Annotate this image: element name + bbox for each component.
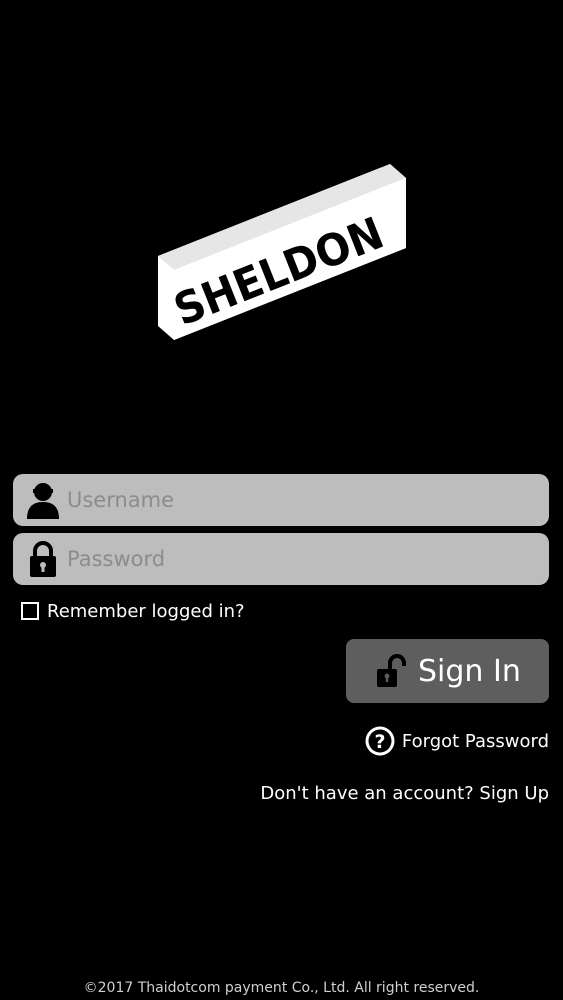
user-icon	[25, 481, 61, 519]
remember-label: Remember logged in?	[47, 600, 245, 622]
svg-text:?: ?	[374, 731, 385, 753]
copyright-footer: ©2017 Thaidotcom payment Co., Ltd. All r…	[83, 980, 480, 996]
lock-icon	[25, 540, 61, 578]
remember-checkbox[interactable]	[21, 602, 39, 620]
password-input[interactable]	[67, 533, 537, 585]
forgot-password-label: Forgot Password	[401, 730, 549, 752]
forgot-password-link[interactable]: ? Forgot Password	[364, 724, 549, 758]
sign-up-link[interactable]: Don't have an account? Sign Up	[260, 783, 549, 804]
question-circle-icon: ?	[364, 725, 396, 757]
sign-in-button[interactable]: Sign In	[346, 639, 549, 703]
unlock-icon	[376, 654, 406, 688]
password-field[interactable]	[13, 533, 549, 585]
username-input[interactable]	[67, 474, 537, 526]
username-field[interactable]	[13, 474, 549, 526]
remember-login-option[interactable]: Remember logged in?	[21, 599, 245, 623]
sheldon-logo: SHELDON	[158, 164, 406, 360]
sign-in-label: Sign In	[418, 653, 521, 689]
